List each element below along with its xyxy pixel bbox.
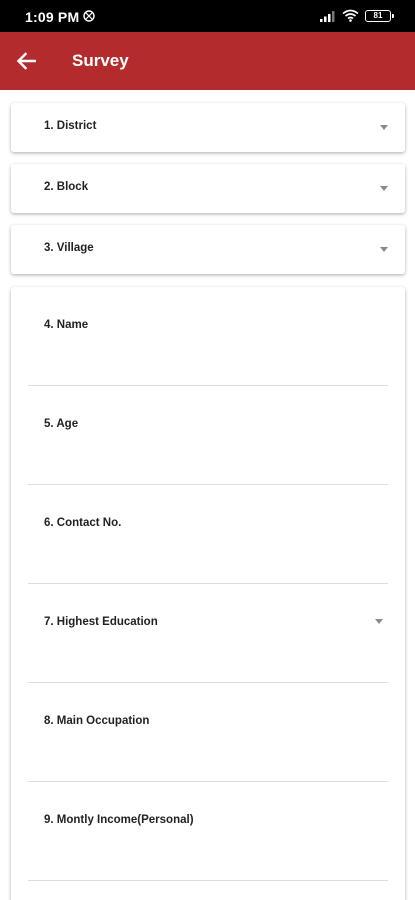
income-field: 9. Montly Income(Personal) bbox=[11, 782, 405, 881]
field-divider bbox=[28, 880, 388, 881]
page-title: Survey bbox=[72, 51, 129, 70]
survey-form-card: 4. Name 5. Age 6. Contact No. 7. Highest… bbox=[11, 287, 405, 900]
arrow-left-icon bbox=[16, 52, 36, 70]
contact-input[interactable] bbox=[28, 493, 388, 584]
age-input[interactable] bbox=[28, 394, 388, 485]
status-icons: 81 bbox=[320, 9, 394, 22]
occupation-field: 8. Main Occupation bbox=[11, 683, 405, 782]
signal-icon bbox=[320, 10, 335, 22]
village-label: 3. Village bbox=[44, 242, 94, 254]
app-bar: Survey bbox=[0, 32, 415, 90]
occupation-input[interactable] bbox=[28, 691, 388, 782]
district-dropdown[interactable]: 1. District bbox=[11, 103, 405, 152]
contact-field: 6. Contact No. bbox=[11, 485, 405, 584]
status-time: 1:09 PM bbox=[25, 9, 80, 25]
age-field: 5. Age bbox=[11, 386, 405, 485]
name-field: 4. Name bbox=[11, 287, 405, 386]
income-input[interactable] bbox=[28, 790, 388, 881]
status-bar: 1:09 PM 81 bbox=[0, 0, 415, 32]
battery-icon: 81 bbox=[365, 9, 394, 22]
block-dropdown[interactable]: 2. Block bbox=[11, 164, 405, 213]
village-dropdown[interactable]: 3. Village bbox=[11, 225, 405, 274]
education-field: 7. Highest Education bbox=[11, 584, 405, 683]
chevron-down-icon bbox=[380, 186, 388, 191]
name-input[interactable] bbox=[28, 295, 388, 386]
wifi-icon bbox=[342, 9, 359, 22]
chevron-down-icon bbox=[375, 619, 383, 624]
chevron-down-icon bbox=[380, 125, 388, 130]
education-dropdown[interactable] bbox=[28, 592, 388, 683]
battery-level: 81 bbox=[373, 10, 383, 20]
block-label: 2. Block bbox=[44, 181, 89, 193]
chevron-down-icon bbox=[380, 247, 388, 252]
district-label: 1. District bbox=[44, 120, 97, 132]
notification-icon bbox=[83, 10, 95, 22]
back-button[interactable] bbox=[10, 45, 42, 77]
